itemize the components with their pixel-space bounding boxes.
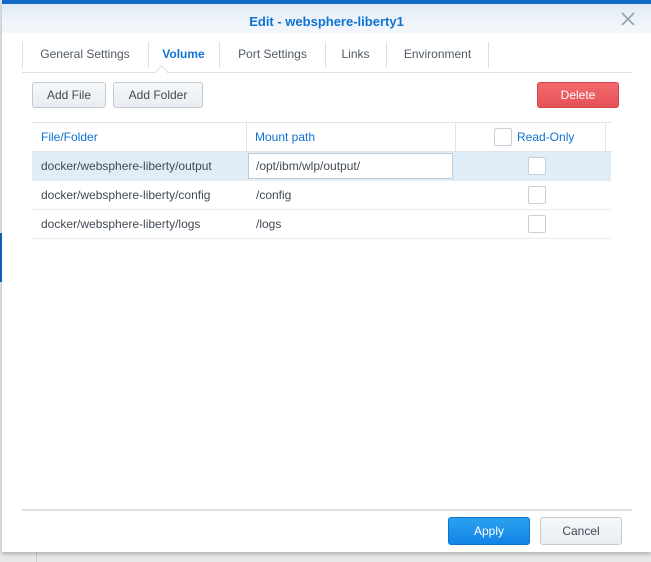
column-header-mount-path[interactable]: Mount path (255, 123, 315, 151)
read-only-checkbox[interactable] (528, 157, 546, 175)
column-header-read-only[interactable]: Read-Only (517, 123, 574, 151)
file-folder-cell: docker/websphere-liberty/output (41, 159, 212, 173)
column-divider (246, 123, 247, 151)
close-icon[interactable] (621, 12, 635, 26)
apply-button[interactable]: Apply (448, 517, 530, 545)
delete-button[interactable]: Delete (537, 82, 619, 108)
tab-port-settings[interactable]: Port Settings (220, 40, 325, 68)
read-only-select-all-checkbox[interactable] (494, 128, 512, 146)
tab-volume[interactable]: Volume (149, 40, 218, 68)
volume-table: File/Folder Mount path Read-Only docker/… (32, 122, 612, 239)
add-folder-button[interactable]: Add Folder (113, 82, 203, 108)
dialog-title: Edit - websphere-liberty1 (249, 14, 404, 29)
table-row[interactable]: docker/websphere-liberty/output (32, 152, 611, 181)
add-file-button[interactable]: Add File (32, 82, 106, 108)
tab-links[interactable]: Links (326, 40, 385, 68)
background-divider (36, 552, 37, 562)
edit-dialog: Edit - websphere-liberty1 General Settin… (2, 0, 651, 552)
tab-general-settings[interactable]: General Settings (23, 40, 147, 68)
footer-divider (22, 509, 632, 511)
tab-environment[interactable]: Environment (387, 40, 488, 68)
tab-divider (488, 42, 489, 68)
table-row[interactable]: docker/websphere-liberty/logs /logs (32, 210, 611, 239)
mount-path-cell[interactable]: /config (256, 181, 291, 209)
tab-bar: General Settings Volume Port Settings Li… (22, 40, 632, 73)
file-folder-cell: docker/websphere-liberty/logs (41, 217, 201, 231)
mount-path-input[interactable] (248, 153, 453, 179)
table-header: File/Folder Mount path Read-Only (32, 122, 612, 152)
table-row[interactable]: docker/websphere-liberty/config /config (32, 181, 611, 210)
mount-path-cell[interactable]: /logs (256, 210, 281, 238)
column-divider (455, 123, 456, 151)
read-only-checkbox[interactable] (528, 186, 546, 204)
read-only-checkbox[interactable] (528, 215, 546, 233)
cancel-button[interactable]: Cancel (540, 517, 622, 545)
dialog-titlebar: Edit - websphere-liberty1 (2, 4, 651, 33)
file-folder-cell: docker/websphere-liberty/config (41, 188, 211, 202)
column-divider (605, 123, 606, 151)
column-header-file-folder[interactable]: File/Folder (41, 123, 98, 151)
